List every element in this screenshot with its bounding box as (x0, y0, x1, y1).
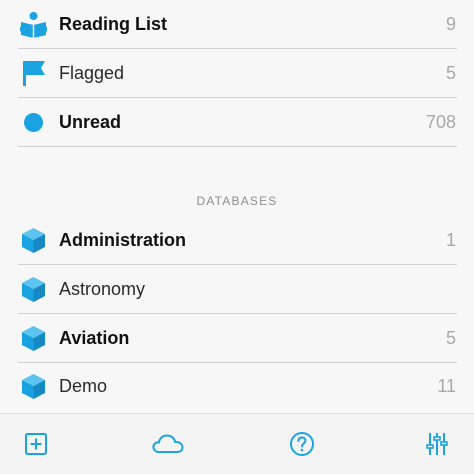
database-count: 5 (445, 328, 456, 348)
smart-list-count: 9 (445, 14, 456, 34)
cube-icon (20, 276, 47, 303)
database-label: Astronomy (59, 279, 146, 299)
cube-icon (20, 373, 47, 400)
sliders-icon[interactable] (421, 428, 453, 460)
database-item-astronomy[interactable]: Astronomy (0, 265, 474, 313)
database-count: 1 (445, 230, 456, 250)
cloud-icon[interactable] (151, 428, 185, 460)
cube-icon (20, 325, 47, 352)
smart-list-label: Unread (59, 112, 122, 132)
smart-list-reading-list[interactable]: Reading List 9 (0, 0, 474, 48)
database-label: Demo (59, 376, 108, 396)
cube-icon (20, 227, 47, 254)
database-label: Administration (59, 230, 187, 250)
database-item-demo[interactable]: Demo 11 (0, 362, 474, 410)
smart-list-count: 708 (425, 112, 456, 132)
flag-icon (20, 60, 47, 87)
database-item-administration[interactable]: Administration 1 (0, 216, 474, 264)
bottom-toolbar (0, 413, 474, 474)
smart-list-unread[interactable]: Unread 708 (0, 98, 474, 146)
unread-dot-icon (20, 109, 47, 136)
divider (18, 146, 457, 147)
add-square-icon[interactable] (20, 428, 52, 460)
smart-list-label: Reading List (59, 14, 168, 34)
smart-list-flagged[interactable]: Flagged 5 (0, 49, 474, 97)
database-label: Aviation (59, 328, 130, 348)
section-header-databases: DATABASES (196, 194, 278, 208)
smart-list-label: Flagged (59, 63, 125, 83)
database-count: 11 (437, 376, 456, 396)
help-icon[interactable] (286, 428, 318, 460)
reading-person-icon (20, 11, 47, 38)
database-item-aviation[interactable]: Aviation 5 (0, 314, 474, 362)
smart-list-count: 5 (445, 63, 456, 83)
